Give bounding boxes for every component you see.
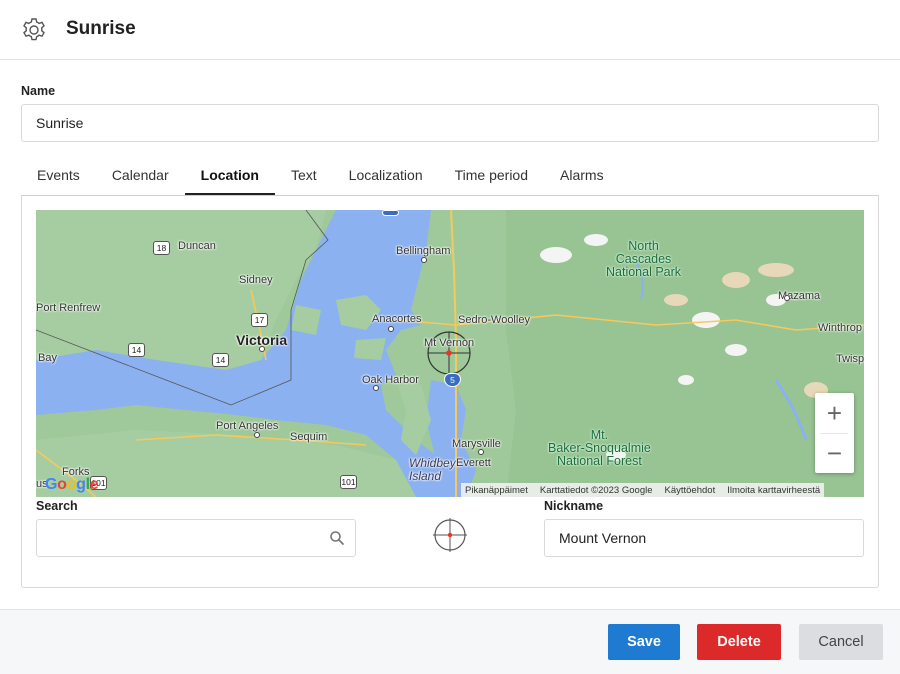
name-input[interactable] bbox=[21, 104, 879, 142]
report-error-link[interactable]: Ilmoita karttavirheestä bbox=[727, 485, 820, 496]
zoom-out-button[interactable]: − bbox=[815, 433, 854, 473]
tab-text[interactable]: Text bbox=[275, 158, 333, 195]
tab-alarms[interactable]: Alarms bbox=[544, 158, 620, 195]
tab-calendar[interactable]: Calendar bbox=[96, 158, 185, 195]
city-dot bbox=[373, 385, 379, 391]
map-attribution: Pikanäppäimet Karttatiedot ©2023 Google … bbox=[461, 483, 825, 497]
search-label: Search bbox=[36, 499, 78, 513]
terms-link[interactable]: Käyttöehdot bbox=[665, 485, 716, 496]
zoom-in-button[interactable]: + bbox=[815, 393, 854, 433]
search-input[interactable] bbox=[36, 519, 356, 557]
map-label-oak-harbor: Oak Harbor bbox=[362, 374, 419, 386]
city-dot bbox=[388, 326, 394, 332]
city-dot bbox=[259, 346, 265, 352]
highway-shield: 101 bbox=[340, 475, 357, 489]
page-title: Sunrise bbox=[66, 18, 136, 39]
tab-time-period[interactable]: Time period bbox=[439, 158, 544, 195]
map-label-twisp: Twisp bbox=[836, 353, 864, 365]
nickname-label: Nickname bbox=[544, 499, 604, 513]
tab-localization[interactable]: Localization bbox=[333, 158, 439, 195]
cancel-button[interactable]: Cancel bbox=[799, 624, 883, 660]
map-label-winthrop: Winthrop bbox=[818, 322, 863, 334]
map-label-port-renfrew: Port Renfrew bbox=[36, 302, 101, 314]
city-dot bbox=[784, 295, 790, 301]
map-label-baker-snoqualmie: Mt. Baker-Snoqualmie National Forest bbox=[548, 428, 651, 468]
zoom-divider bbox=[821, 433, 848, 434]
tab-events[interactable]: Events bbox=[21, 158, 96, 195]
keyboard-shortcuts-link[interactable]: Pikanäppäimet bbox=[465, 485, 528, 496]
interstate-shield bbox=[382, 210, 399, 216]
city-dot bbox=[478, 449, 484, 455]
map-label-whidbey-island: Whidbey Island bbox=[409, 456, 456, 483]
map-label-sedro-woolley: Sedro-Woolley bbox=[458, 314, 530, 326]
city-dot bbox=[421, 257, 427, 263]
delete-button[interactable]: Delete bbox=[697, 624, 781, 660]
map-label-mt-vernon: Mt Vernon bbox=[424, 337, 475, 349]
gear-icon[interactable] bbox=[20, 16, 48, 44]
map-label-marysville: Marysville bbox=[452, 438, 501, 450]
highway-shield: 18 bbox=[153, 241, 170, 255]
map-label-port-angeles: Port Angeles bbox=[216, 420, 279, 432]
save-button[interactable]: Save bbox=[608, 624, 680, 660]
map-label-duncan: Duncan bbox=[178, 240, 216, 252]
map[interactable]: Duncan Sidney Port Renfrew Victoria Bay … bbox=[36, 210, 864, 497]
map-label-bellingham: Bellingham bbox=[396, 245, 451, 257]
tab-bar: Events Calendar Location Text Localizati… bbox=[21, 158, 620, 195]
tab-location[interactable]: Location bbox=[184, 158, 275, 195]
map-label-everett: Everett bbox=[456, 457, 491, 469]
highway-shield: 14 bbox=[128, 343, 145, 357]
crosshair-icon[interactable] bbox=[433, 518, 467, 552]
map-label-bay: Bay bbox=[38, 352, 57, 364]
map-label-sidney: Sidney bbox=[239, 274, 273, 286]
map-label-anacortes: Anacortes bbox=[372, 313, 422, 325]
city-dot bbox=[254, 432, 260, 438]
search-icon[interactable] bbox=[329, 530, 345, 546]
highway-shield: 17 bbox=[251, 313, 268, 327]
map-data-text: Karttatiedot ©2023 Google bbox=[539, 484, 653, 496]
google-logo: Google bbox=[45, 476, 99, 493]
map-label-sequim: Sequim bbox=[290, 431, 328, 443]
nickname-input[interactable] bbox=[544, 519, 864, 557]
map-zoom-control: + − bbox=[815, 393, 854, 473]
highway-shield: 14 bbox=[212, 353, 229, 367]
map-label-north-cascades: North Cascades National Park bbox=[606, 239, 682, 279]
name-label: Name bbox=[21, 84, 56, 98]
page-header: Sunrise bbox=[0, 0, 900, 60]
